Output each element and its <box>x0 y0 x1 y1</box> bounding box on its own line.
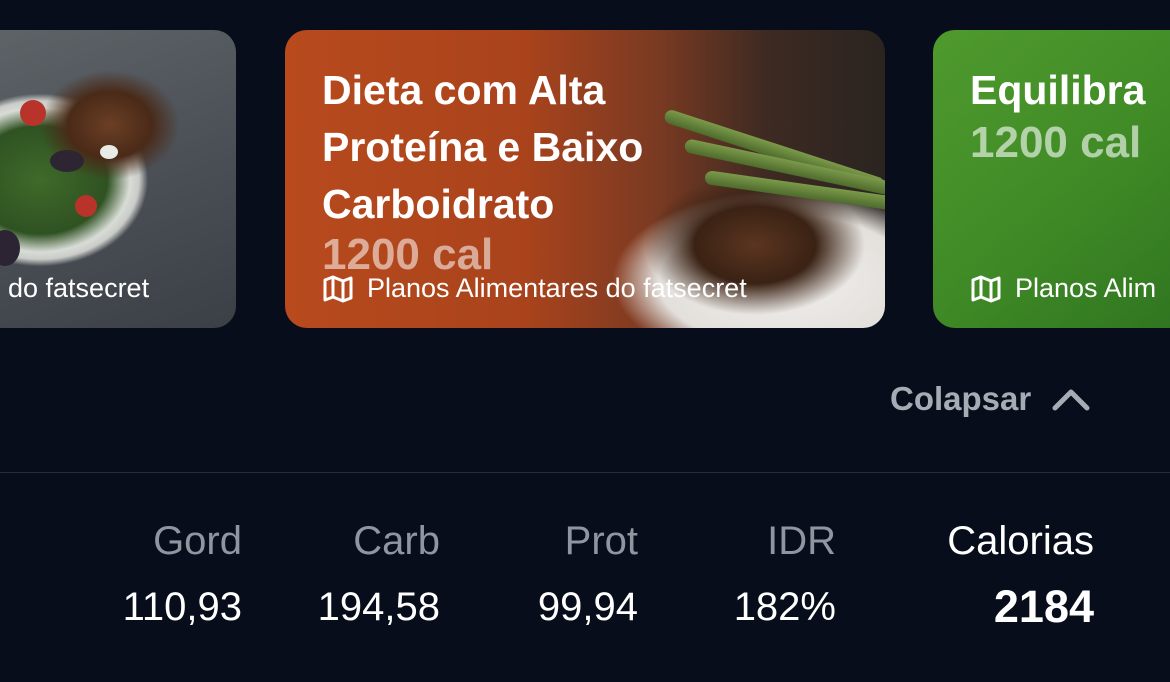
map-icon <box>971 275 1001 302</box>
nutrient-rdi: IDR 182% <box>734 515 836 633</box>
nutrient-label: IDR <box>767 519 836 563</box>
card-source: Planos Alimentares do fatsecret <box>323 273 747 304</box>
meal-plan-card-salad[interactable]: do fatsecret <box>0 30 236 328</box>
card-source: do fatsecret <box>8 273 149 304</box>
nutrient-value: 99,94 <box>537 585 638 629</box>
card-calories: 1200 cal <box>970 118 1142 167</box>
card-source-label: Planos Alimentares do fatsecret <box>367 273 747 303</box>
nutrient-label: Gord <box>153 519 242 563</box>
card-source: Planos Alim <box>971 273 1156 304</box>
map-icon <box>323 275 353 302</box>
nutrient-value: 182% <box>733 585 836 629</box>
nutrient-fat: Gord 110,93 <box>123 515 242 633</box>
nutrient-calories: Calorias 2184 <box>947 515 1094 633</box>
nutrient-label: Prot <box>564 519 638 563</box>
meal-plan-carousel: do fatsecret Dieta com Alta Proteína e B… <box>0 0 1170 340</box>
collapse-label: Colapsar <box>890 380 1032 417</box>
nutrient-value: 110,93 <box>122 585 242 629</box>
nutrient-value: 194,58 <box>317 585 440 629</box>
chevron-up-icon <box>1052 389 1090 411</box>
nutrient-label: Carb <box>353 519 440 563</box>
meal-plan-card-balanced[interactable]: Equilibra 1200 cal Planos Alim <box>933 30 1170 328</box>
card-source-label: Planos Alim <box>1015 273 1157 303</box>
nutrient-label: Calorias <box>947 519 1094 563</box>
meal-plan-card-high-protein[interactable]: Dieta com Alta Proteína e Baixo Carboidr… <box>285 30 885 328</box>
nutrient-carb: Carb 194,58 <box>318 515 440 633</box>
nutrient-protein: Prot 99,94 <box>538 515 638 633</box>
salad-image <box>20 100 46 126</box>
divider <box>0 472 1170 473</box>
card-title: Dieta com Alta Proteína e Baixo Carboidr… <box>322 67 644 227</box>
card-title: Equilibra <box>970 67 1146 113</box>
collapse-button[interactable]: Colapsar <box>890 380 1091 418</box>
card-source-label: do fatsecret <box>8 273 150 303</box>
nutrient-value: 2184 <box>993 581 1094 632</box>
